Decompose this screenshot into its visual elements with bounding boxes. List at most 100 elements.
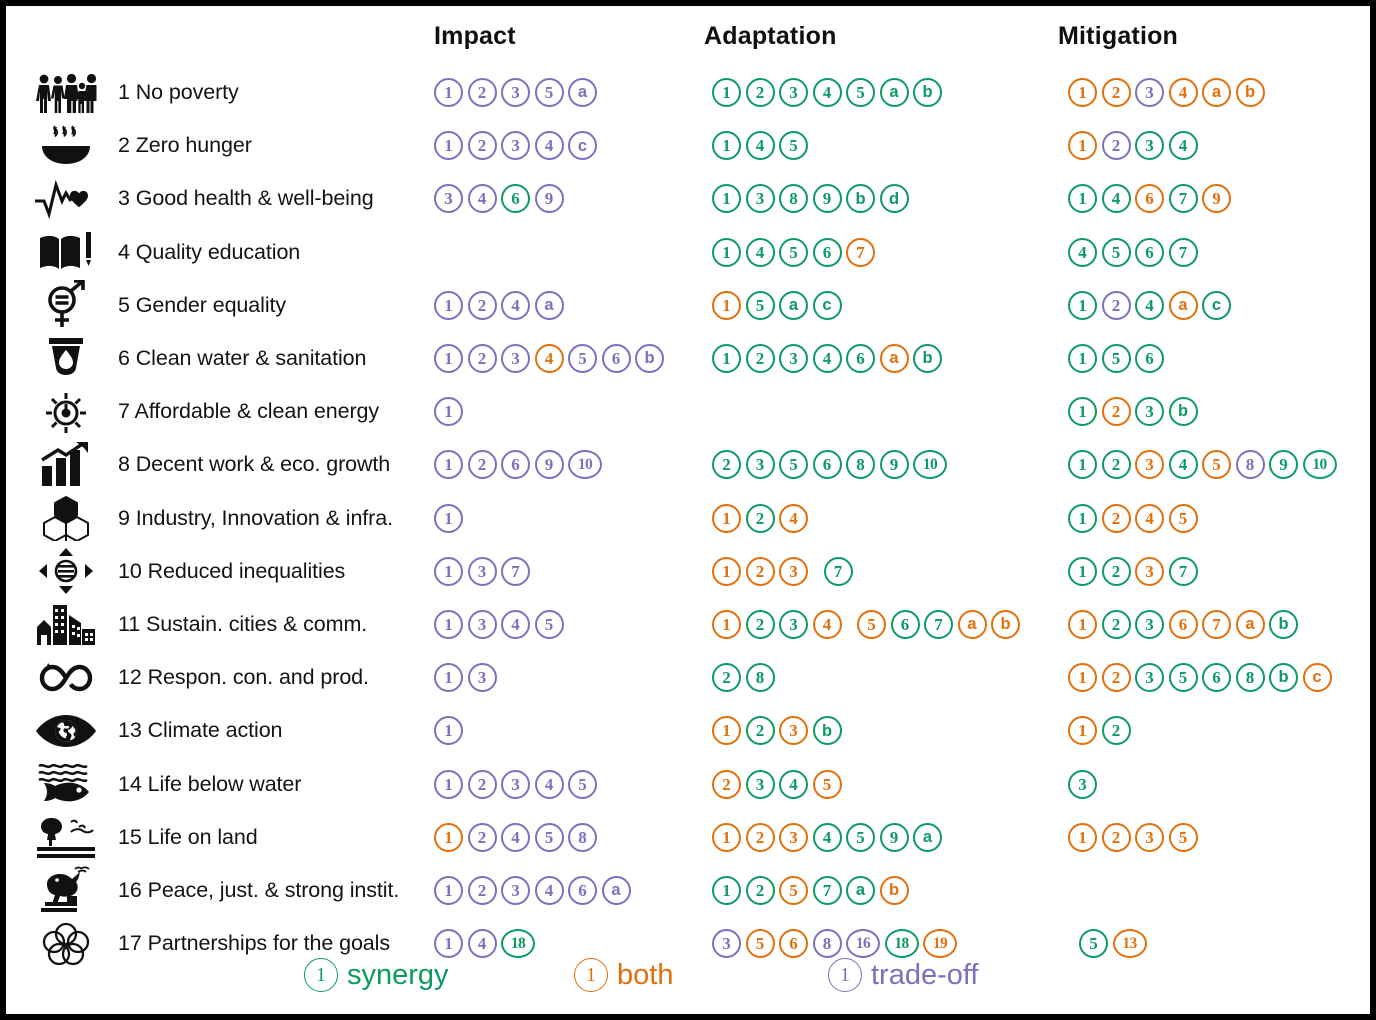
target-token[interactable]: 3 bbox=[779, 344, 808, 374]
target-token[interactable]: 19 bbox=[923, 929, 957, 959]
target-token[interactable]: 3 bbox=[779, 609, 808, 639]
target-token[interactable]: 2 bbox=[467, 78, 497, 108]
target-token[interactable]: 4 bbox=[534, 344, 564, 374]
target-token[interactable]: a bbox=[1235, 609, 1265, 639]
target-token[interactable]: b bbox=[1168, 397, 1198, 427]
target-token[interactable]: 1 bbox=[434, 716, 463, 746]
target-token[interactable]: 13 bbox=[1112, 929, 1147, 959]
target-token[interactable]: 4 bbox=[812, 822, 842, 852]
target-token[interactable]: 2 bbox=[467, 344, 497, 374]
target-token[interactable]: 2 bbox=[1101, 131, 1131, 161]
target-token[interactable]: 2 bbox=[745, 503, 775, 533]
target-token[interactable]: a bbox=[879, 78, 909, 108]
target-token[interactable]: 6 bbox=[812, 237, 842, 267]
target-token[interactable]: 8 bbox=[846, 450, 875, 480]
target-token[interactable]: 7 bbox=[501, 556, 530, 586]
target-token[interactable]: 6 bbox=[601, 344, 631, 374]
target-token[interactable]: 1 bbox=[434, 929, 463, 959]
target-token[interactable]: 3 bbox=[1135, 822, 1164, 852]
target-token[interactable]: 6 bbox=[1202, 663, 1231, 693]
target-token[interactable]: 3 bbox=[779, 822, 808, 852]
target-token[interactable]: 3 bbox=[779, 556, 808, 586]
target-token[interactable]: 2 bbox=[745, 822, 775, 852]
target-token[interactable]: c bbox=[1202, 290, 1231, 320]
target-token[interactable]: 4 bbox=[1168, 450, 1198, 480]
target-token[interactable]: 1 bbox=[1068, 609, 1097, 639]
target-token[interactable]: 1 bbox=[712, 184, 741, 214]
target-token[interactable]: b bbox=[1269, 663, 1298, 693]
target-token[interactable]: 1 bbox=[1068, 663, 1097, 693]
target-token[interactable]: 4 bbox=[534, 131, 564, 161]
target-token[interactable]: 5 bbox=[1101, 344, 1131, 374]
target-token[interactable]: b bbox=[812, 716, 842, 746]
target-token[interactable]: 7 bbox=[924, 609, 953, 639]
target-token[interactable]: 4 bbox=[1101, 184, 1131, 214]
target-token[interactable]: 1 bbox=[434, 769, 463, 799]
target-token[interactable]: 1 bbox=[1068, 503, 1097, 533]
target-token[interactable]: 1 bbox=[1068, 397, 1097, 427]
target-token[interactable]: 1 bbox=[712, 716, 741, 746]
target-token[interactable]: 5 bbox=[812, 769, 842, 799]
target-token[interactable]: 3 bbox=[501, 344, 530, 374]
target-token[interactable]: 1 bbox=[712, 131, 741, 161]
target-token[interactable]: 1 bbox=[712, 78, 741, 108]
target-token[interactable]: b bbox=[1269, 609, 1298, 639]
target-token[interactable]: 3 bbox=[1135, 663, 1164, 693]
target-token[interactable]: 7 bbox=[823, 556, 853, 586]
target-token[interactable]: 2 bbox=[745, 344, 775, 374]
target-token[interactable]: 3 bbox=[1135, 131, 1164, 161]
target-token[interactable]: a bbox=[879, 344, 909, 374]
target-token[interactable]: 5 bbox=[846, 78, 875, 108]
target-token[interactable]: 3 bbox=[712, 929, 741, 959]
target-token[interactable]: 1 bbox=[434, 875, 463, 905]
target-token[interactable]: 5 bbox=[1168, 663, 1198, 693]
target-token[interactable]: a bbox=[913, 822, 942, 852]
target-token[interactable]: 1 bbox=[434, 663, 463, 693]
target-token[interactable]: b bbox=[991, 609, 1020, 639]
target-token[interactable]: 2 bbox=[467, 131, 497, 161]
target-token[interactable]: 9 bbox=[534, 450, 564, 480]
target-token[interactable]: 3 bbox=[501, 78, 530, 108]
target-token[interactable]: 1 bbox=[1068, 556, 1097, 586]
target-token[interactable]: 2 bbox=[1101, 450, 1131, 480]
target-token[interactable]: 5 bbox=[745, 290, 775, 320]
target-token[interactable]: 4 bbox=[779, 769, 808, 799]
target-token[interactable]: 1 bbox=[712, 609, 741, 639]
target-token[interactable]: c bbox=[1302, 663, 1332, 693]
target-token[interactable]: 6 bbox=[501, 184, 530, 214]
target-token[interactable]: 1 bbox=[712, 503, 741, 533]
target-token[interactable]: 4 bbox=[1068, 237, 1097, 267]
target-token[interactable]: 3 bbox=[501, 769, 530, 799]
target-token[interactable]: 5 bbox=[1079, 929, 1108, 959]
target-token[interactable]: 10 bbox=[568, 450, 602, 480]
target-token[interactable]: 6 bbox=[779, 929, 808, 959]
target-token[interactable]: 4 bbox=[1135, 290, 1164, 320]
target-token[interactable]: 8 bbox=[779, 184, 808, 214]
target-token[interactable]: 9 bbox=[812, 184, 842, 214]
target-token[interactable]: b bbox=[913, 78, 942, 108]
target-token[interactable]: 5 bbox=[1168, 503, 1198, 533]
target-token[interactable]: a bbox=[779, 290, 808, 320]
target-token[interactable]: b bbox=[879, 875, 909, 905]
target-token[interactable]: 5 bbox=[846, 822, 875, 852]
target-token[interactable]: 2 bbox=[712, 663, 741, 693]
target-token[interactable]: 7 bbox=[1168, 184, 1198, 214]
target-token[interactable]: 1 bbox=[434, 609, 463, 639]
target-token[interactable]: 9 bbox=[534, 184, 564, 214]
target-token[interactable]: 2 bbox=[1101, 397, 1131, 427]
target-token[interactable]: b bbox=[913, 344, 942, 374]
target-token[interactable]: b bbox=[1235, 78, 1265, 108]
target-token[interactable]: 2 bbox=[1101, 609, 1131, 639]
target-token[interactable]: a bbox=[534, 290, 564, 320]
target-token[interactable]: 5 bbox=[779, 131, 808, 161]
target-token[interactable]: 2 bbox=[745, 875, 775, 905]
target-token[interactable]: 1 bbox=[712, 556, 741, 586]
target-token[interactable]: 3 bbox=[1068, 769, 1097, 799]
target-token[interactable]: 6 bbox=[1135, 344, 1164, 374]
target-token[interactable]: 2 bbox=[467, 769, 497, 799]
target-token[interactable]: 3 bbox=[745, 769, 775, 799]
target-token[interactable]: 5 bbox=[1202, 450, 1231, 480]
target-token[interactable]: 8 bbox=[1235, 663, 1265, 693]
target-token[interactable]: 1 bbox=[712, 237, 741, 267]
target-token[interactable]: 1 bbox=[1068, 78, 1097, 108]
